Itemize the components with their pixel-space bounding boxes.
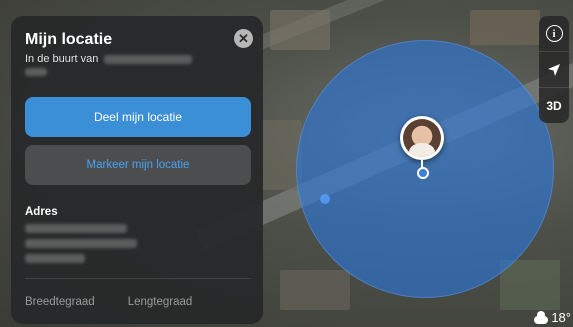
user-avatar-pin[interactable] [400,116,444,160]
redacted-address [25,224,137,263]
map-building [280,270,350,310]
panel-subtitle: In de buurt van [25,53,193,65]
track-location-button[interactable] [539,51,569,87]
map-building [470,10,540,45]
longitude-label: Lengtegraad [127,296,193,308]
latitude-label: Breedtegraad [25,296,95,308]
subtitle-prefix: In de buurt van [25,53,99,65]
close-icon: ✕ [238,30,249,46]
close-button[interactable]: ✕ [234,29,253,48]
avatar [403,119,441,157]
map-building [500,260,560,310]
map-controls: i 3D [539,16,569,123]
current-location-dot [417,167,429,179]
info-button[interactable]: i [539,16,569,51]
share-location-button[interactable]: Deel mijn locatie [25,97,251,137]
mark-location-button[interactable]: Markeer mijn locatie [25,145,251,185]
3d-toggle-button[interactable]: 3D [539,87,569,123]
location-arrow-icon [548,63,560,76]
my-location-panel: Mijn locatie In de buurt van ✕ Deel mijn… [11,16,263,324]
temperature-label: 18° [551,310,571,325]
coordinate-labels: Breedtegraad Lengtegraad [25,296,192,308]
map-building [270,10,330,50]
cloud-icon [534,310,549,324]
redacted-street [104,54,193,64]
divider [25,278,251,279]
info-icon: i [545,25,563,42]
redacted-detail [25,68,47,76]
address-heading: Adres [25,206,58,218]
panel-title: Mijn locatie [25,31,113,48]
map-marker[interactable] [320,194,330,204]
weather-badge: 18° [534,310,571,325]
